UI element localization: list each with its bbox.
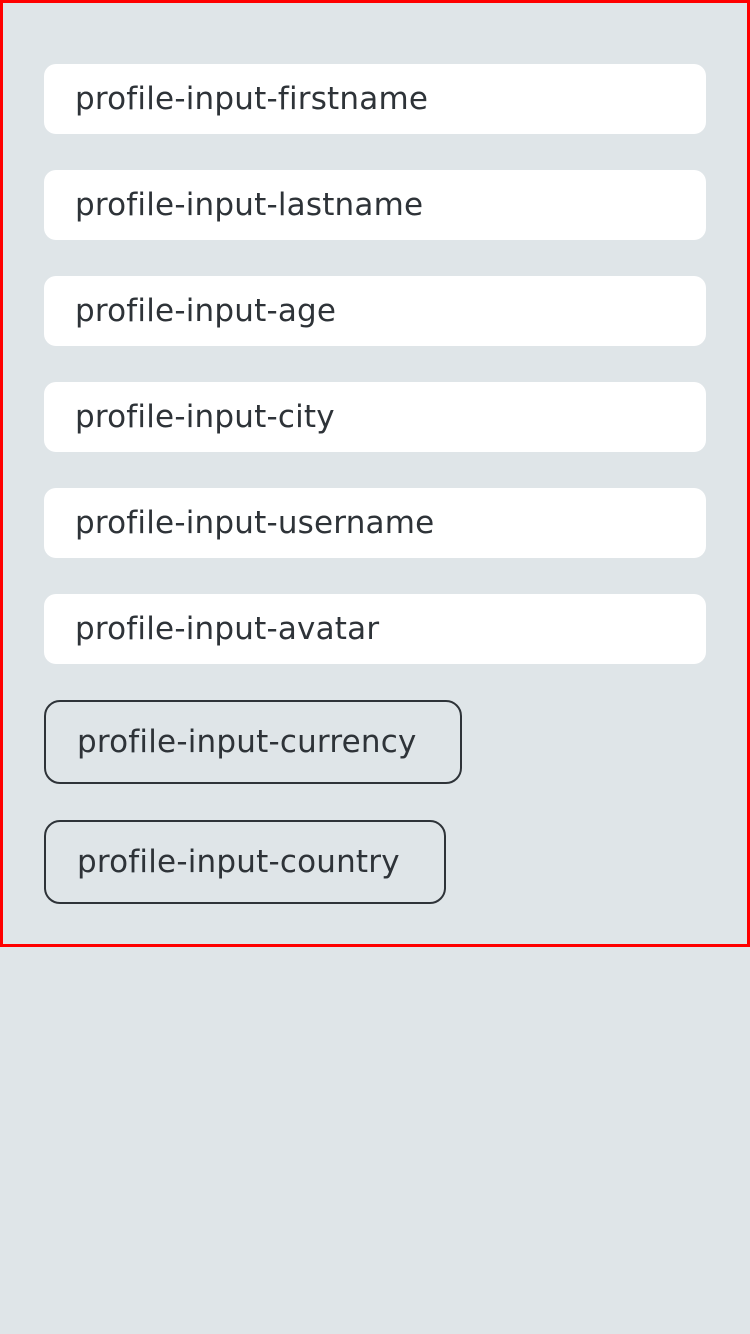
profile-input-age[interactable]: profile-input-age: [44, 276, 706, 346]
profile-input-username[interactable]: profile-input-username: [44, 488, 706, 558]
field-label: profile-input-firstname: [75, 81, 429, 117]
field-label: profile-input-city: [75, 399, 335, 435]
profile-input-avatar[interactable]: profile-input-avatar: [44, 594, 706, 664]
field-label: profile-input-avatar: [75, 611, 380, 647]
field-label: profile-input-age: [75, 293, 337, 329]
button-label: profile-input-country: [77, 844, 400, 880]
profile-input-country-button[interactable]: profile-input-country: [44, 820, 446, 904]
button-label: profile-input-currency: [77, 724, 417, 760]
profile-input-lastname[interactable]: profile-input-lastname: [44, 170, 706, 240]
profile-form-panel: [0, 0, 750, 947]
profile-input-firstname[interactable]: profile-input-firstname: [44, 64, 706, 134]
profile-input-currency-button[interactable]: profile-input-currency: [44, 700, 462, 784]
profile-input-city[interactable]: profile-input-city: [44, 382, 706, 452]
field-label: profile-input-lastname: [75, 187, 424, 223]
field-label: profile-input-username: [75, 505, 435, 541]
